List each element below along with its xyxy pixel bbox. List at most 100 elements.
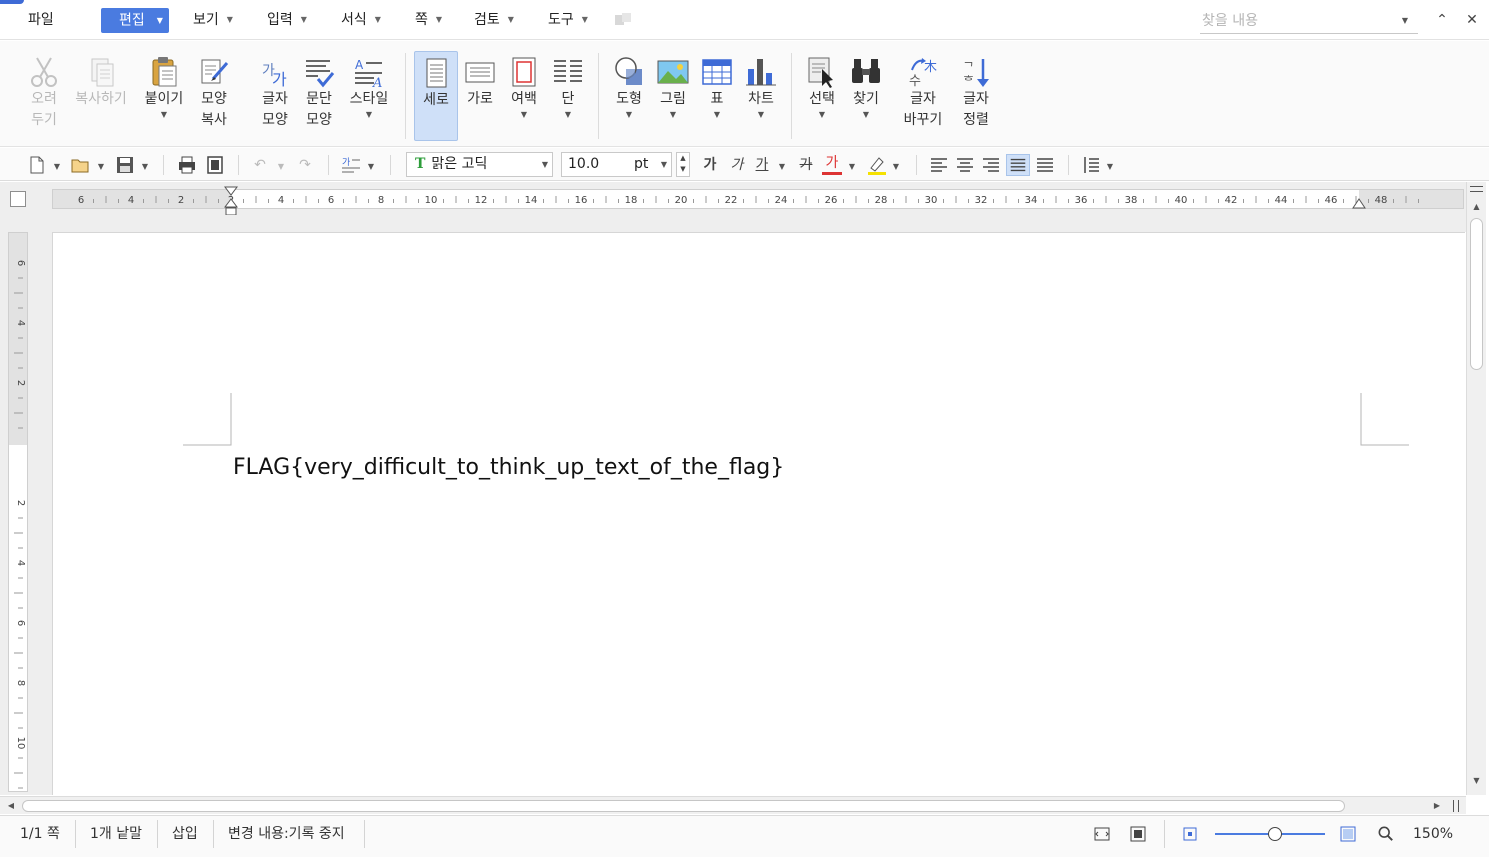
menu-view[interactable]: 보기 ▼	[193, 9, 233, 31]
vertical-scroll-thumb[interactable]	[1470, 218, 1483, 370]
close-icon[interactable]: ✕	[1464, 11, 1480, 29]
menu-tools[interactable]: 도구 ▼	[548, 9, 588, 31]
style-list-icon[interactable]: 가	[340, 154, 362, 176]
bold-button[interactable]: 가	[700, 154, 720, 176]
italic-button[interactable]: 가	[727, 154, 747, 176]
collapse-ribbon-icon[interactable]: ⌃	[1434, 11, 1450, 29]
align-left-icon[interactable]	[928, 154, 950, 176]
chevron-down-icon[interactable]: ▼	[846, 154, 858, 176]
chevron-down-icon[interactable]: ▼	[52, 154, 62, 176]
zoom-out-page-icon[interactable]	[1182, 826, 1198, 842]
zoom-in-page-icon[interactable]	[1340, 826, 1356, 842]
menu-review[interactable]: 검토 ▼	[474, 9, 514, 31]
save-icon[interactable]	[114, 154, 136, 176]
horizontal-splitter-handle[interactable]	[1453, 800, 1459, 812]
find-input[interactable]: 찾을 내용 ▼	[1200, 10, 1418, 34]
copy-button[interactable]: 복사하기	[72, 51, 130, 141]
ruler-tick-label: 18	[625, 195, 638, 206]
menu-page[interactable]: 쪽 ▼	[415, 9, 442, 31]
portrait-button[interactable]: 세로	[414, 51, 458, 141]
document-body-text[interactable]: FLAG{very_difficult_to_think_up_text_of_…	[233, 455, 784, 480]
scroll-up-icon[interactable]: ▲	[1470, 200, 1483, 214]
chevron-down-icon[interactable]: ▼	[140, 154, 150, 176]
quick-access-icon[interactable]	[614, 12, 632, 28]
replace-char-button[interactable]: 수木 글자 바꾸기	[895, 51, 951, 141]
picture-button[interactable]: 그림 ▼	[653, 51, 693, 141]
fit-width-icon[interactable]	[1094, 826, 1110, 842]
scroll-right-icon[interactable]: ▶	[1430, 798, 1444, 814]
menu-insert[interactable]: 입력 ▼	[267, 9, 307, 31]
paste-button[interactable]: 붙이기 ▼	[141, 51, 187, 141]
indent-marker-icon[interactable]	[224, 186, 238, 218]
font-size-input[interactable]: 10.0 pt ▼	[561, 152, 672, 177]
scroll-left-icon[interactable]: ◀	[4, 798, 18, 814]
ruler-tick-label: 4	[15, 560, 26, 566]
align-center-icon[interactable]	[954, 154, 976, 176]
format-painter-button[interactable]: 모양 복사	[194, 51, 234, 141]
page-indicator[interactable]: 1/1 쪽	[20, 824, 60, 844]
tab-type-selector[interactable]	[10, 191, 26, 207]
vertical-scrollbar[interactable]: ▲ ▼	[1466, 182, 1486, 795]
select-cursor-icon	[808, 57, 833, 88]
toolbar-divider	[916, 155, 917, 175]
highlight-icon[interactable]	[866, 154, 888, 176]
zoom-slider-thumb[interactable]	[1268, 827, 1282, 841]
table-button[interactable]: 표 ▼	[698, 51, 736, 141]
open-folder-icon[interactable]	[70, 154, 92, 176]
right-indent-marker-icon[interactable]	[1352, 198, 1366, 210]
chevron-down-icon[interactable]: ▼	[1402, 10, 1408, 32]
toolbar-divider	[238, 155, 239, 175]
align-justify-icon[interactable]	[1006, 154, 1030, 176]
chevron-down-icon[interactable]: ▼	[1104, 154, 1116, 176]
char-shape-button[interactable]: 가가 글자 모양	[255, 51, 295, 141]
align-right-icon[interactable]	[980, 154, 1002, 176]
menu-review-label: 검토	[474, 12, 500, 28]
chevron-down-icon[interactable]: ▼	[96, 154, 106, 176]
undo-icon[interactable]: ↶	[249, 154, 271, 176]
para-shape-button[interactable]: 문단 모양	[299, 51, 339, 141]
horizontal-scrollbar[interactable]: ◀ ▶	[0, 796, 1466, 814]
chevron-down-icon[interactable]: ▼	[276, 154, 286, 176]
window-splitter-handle[interactable]	[1470, 186, 1483, 192]
new-document-icon[interactable]	[28, 154, 46, 176]
select-button[interactable]: 선택 ▼	[801, 51, 843, 141]
track-changes-status[interactable]: 변경 내용:기록 중지	[228, 824, 345, 844]
bar-chart-icon	[746, 59, 776, 86]
menu-file[interactable]: 파일	[28, 9, 54, 31]
insert-mode[interactable]: 삽입	[172, 824, 198, 844]
font-name-select[interactable]: T 맑은 고딕 ▼	[406, 152, 553, 177]
shape-button[interactable]: 도형 ▼	[608, 51, 650, 141]
sort-char-button[interactable]: ᄀᄒ 글자 정렬	[956, 51, 996, 141]
line-spacing-icon[interactable]	[1080, 154, 1102, 176]
print-icon[interactable]	[176, 154, 198, 176]
fit-page-icon[interactable]	[1130, 826, 1146, 842]
chevron-down-icon[interactable]: ▼	[890, 154, 902, 176]
document-page[interactable]: FLAG{very_difficult_to_think_up_text_of_…	[52, 232, 1465, 795]
horizontal-scroll-thumb[interactable]	[22, 800, 1345, 812]
style-button[interactable]: AA 스타일 ▼	[345, 51, 393, 141]
zoom-level[interactable]: 150%	[1413, 824, 1453, 844]
underline-button[interactable]: 가	[752, 154, 772, 176]
chevron-down-icon[interactable]: ▼	[366, 154, 376, 176]
magnifier-icon[interactable]	[1378, 826, 1394, 842]
scroll-down-icon[interactable]: ▼	[1470, 774, 1483, 788]
landscape-button[interactable]: 가로	[461, 51, 499, 141]
horizontal-ruler[interactable]: 6422468101214161820222426283032343638404…	[52, 189, 1464, 209]
menu-edit[interactable]: 편집 ▼	[101, 8, 169, 33]
font-color-button[interactable]: 가	[822, 154, 842, 175]
chevron-down-icon[interactable]: ▼	[776, 154, 788, 176]
font-size-spinner[interactable]: ▲ ▼	[676, 152, 690, 177]
spin-down-icon[interactable]: ▼	[677, 164, 689, 175]
align-distribute-icon[interactable]	[1034, 154, 1056, 176]
redo-icon[interactable]: ↷	[294, 154, 316, 176]
chart-button[interactable]: 차트 ▼	[741, 51, 781, 141]
vertical-ruler[interactable]: 6 4 2 2 4 6 8 10	[8, 232, 28, 792]
margin-button[interactable]: 여백 ▼	[503, 51, 545, 141]
find-button[interactable]: 찾기 ▼	[846, 51, 886, 141]
strikethrough-button[interactable]: 가	[796, 154, 816, 176]
spin-up-icon[interactable]: ▲	[677, 153, 689, 164]
print-preview-icon[interactable]	[204, 154, 226, 176]
columns-button[interactable]: 단 ▼	[549, 51, 587, 141]
menu-format[interactable]: 서식 ▼	[341, 9, 381, 31]
cut-button[interactable]: 오려 두기	[22, 51, 66, 141]
